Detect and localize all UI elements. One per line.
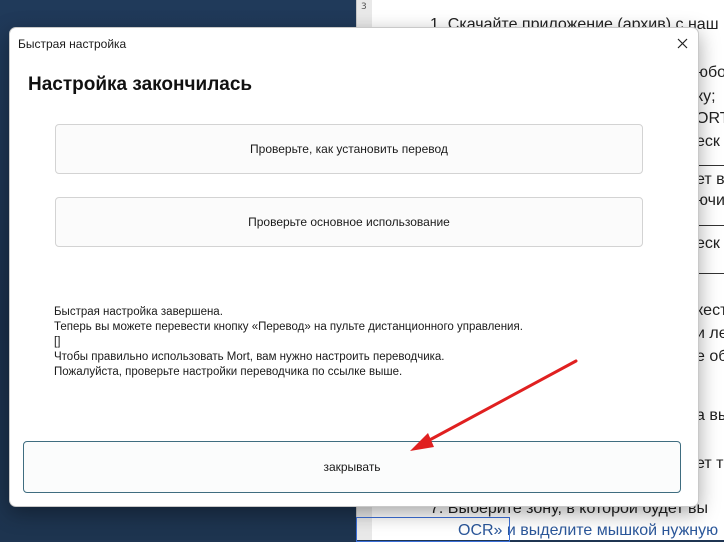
doc-line: еск — [696, 235, 720, 252]
doc-line: ORT — [696, 110, 724, 127]
close-button[interactable]: закрывать — [23, 441, 681, 493]
message-line: Чтобы правильно использовать Mort, вам н… — [54, 351, 445, 363]
doc-line: и ле — [696, 325, 724, 342]
selection-box — [356, 517, 510, 542]
dialog-title: Быстрая настройка — [18, 37, 127, 51]
doc-line: еск — [696, 133, 720, 150]
page-title: Настройка закончилась — [28, 74, 253, 95]
button-label: Проверьте, как установить перевод — [250, 142, 448, 156]
doc-rule — [696, 165, 724, 166]
doc-line: а вы — [696, 407, 724, 424]
message-line: Пожалуйста, проверьте настройки переводч… — [54, 366, 403, 378]
ruler-mark: 3 — [361, 2, 367, 12]
doc-line: ет в — [696, 171, 724, 188]
doc-line: юбос — [696, 64, 724, 81]
check-install-translation-button[interactable]: Проверьте, как установить перевод — [55, 124, 643, 174]
button-label: закрывать — [323, 460, 381, 474]
doc-line: ючи — [696, 192, 724, 209]
doc-rule — [696, 225, 724, 226]
doc-line: ет т — [696, 455, 724, 472]
dialog-titlebar: Быстрая настройка — [10, 28, 698, 58]
doc-line: е об — [696, 348, 724, 365]
button-label: Проверьте основное использование — [248, 215, 450, 229]
message-line: [] — [54, 336, 61, 348]
completion-message: Быстрая настройка завершена. Теперь вы м… — [54, 305, 654, 380]
doc-rule — [696, 273, 724, 274]
message-line: Быстрая настройка завершена. — [54, 306, 223, 318]
close-window-button[interactable] — [670, 32, 694, 54]
message-line: Теперь вы можете перевести кнопку «Перев… — [54, 321, 523, 333]
quick-setup-dialog: Быстрая настройка Настройка закончилась … — [9, 27, 699, 507]
close-icon — [677, 38, 687, 48]
check-basic-usage-button[interactable]: Проверьте основное использование — [55, 197, 643, 247]
doc-line: кест — [696, 302, 724, 319]
